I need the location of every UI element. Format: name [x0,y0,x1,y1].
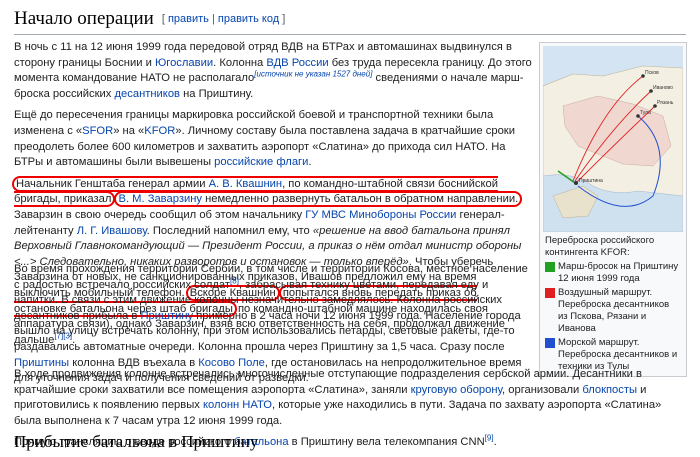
edit-link[interactable]: править [168,13,209,25]
link-perimeter-defense[interactable]: круговую оборону [411,384,502,396]
map-label-pristina: Приштина [579,178,603,184]
caption-title: Переброска российского контингента KFOR: [545,235,655,258]
map-label-ryazan: Рязань [657,100,674,106]
map-label-tula: Тула [640,110,651,116]
paragraph-1: В ночь с 11 на 12 июня 1999 года передов… [14,41,532,100]
link-zavarzin[interactable]: В. М. Заварзину [118,193,201,205]
link-yugoslavia[interactable]: Югославии [155,57,213,69]
link-kfor[interactable]: KFOR [144,125,175,137]
map-graphic: Псков Иваново Рязань Тула Приштина [543,65,683,232]
paragraph-5: В ходе продвижения колонне встречались м… [14,368,662,427]
citation-8[interactable]: [8] [230,276,239,285]
link-ivashov[interactable]: Л. Г. Ивашову [77,225,147,237]
link-checkpoints[interactable]: блокпосты [582,384,637,396]
citation-9[interactable]: [9] [485,434,494,443]
edit-links: [ править | править код ] [161,13,286,25]
edit-code-link[interactable]: править код [218,13,279,25]
next-section-heading: Прибытие батальона в Приштину [14,432,259,451]
link-vdv-russia[interactable]: ВДВ России [266,57,328,69]
highlight-zavarzin: В. М. Заварзину немедленно развернуть ба… [114,191,523,208]
section-title: Начало операции [14,8,154,29]
link-paratroopers[interactable]: десантников [115,88,180,100]
map-label-ivanovo: Иваново [653,85,673,91]
link-nato-columns[interactable]: колонн НАТО [203,399,272,411]
kfor-route-map[interactable]: Псков Иваново Рязань Тула Приштина [543,46,683,232]
link-kvashnin[interactable]: А. В. Квашнин [209,178,283,190]
map-label-pskov: Псков [645,70,659,76]
citation-needed[interactable]: [источник не указан 1527 дней] [254,69,372,78]
paragraph-2: Ещё до пересечения границы маркировка ро… [14,109,515,169]
article-page: Начало операции [ править | править код ]… [0,0,700,451]
section-heading: Начало операции [ править | править код ] [14,8,285,30]
link-gu-mvs[interactable]: ГУ МВС Минобороны России [305,209,456,221]
link-sfor[interactable]: SFOR [82,125,113,137]
link-russian-flags[interactable]: российские флаги [214,156,308,168]
heading-divider [14,34,686,35]
link-pristina[interactable]: Приштину [140,310,193,322]
